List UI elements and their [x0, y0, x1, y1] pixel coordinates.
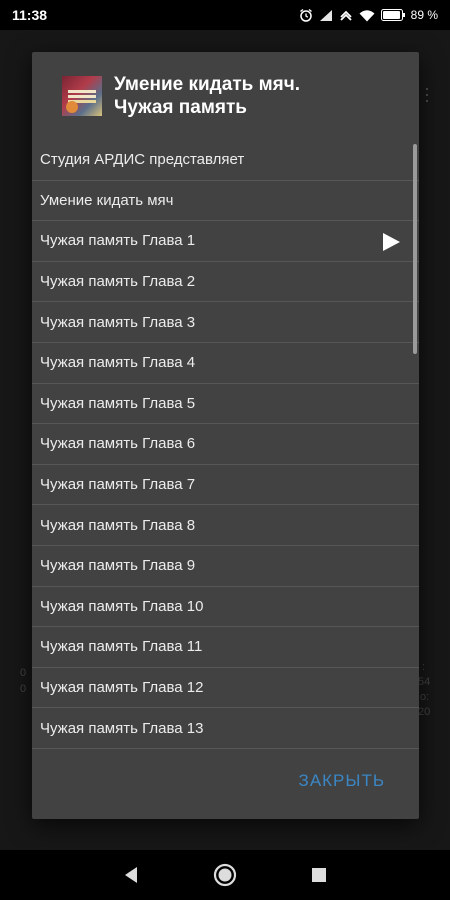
track-item[interactable]: Чужая память Глава 5 — [32, 384, 419, 425]
track-label: Чужая память Глава 2 — [40, 273, 196, 291]
track-label: Студия АРДИС представляет — [40, 151, 245, 169]
track-item[interactable]: Чужая память Глава 11 — [32, 627, 419, 668]
track-label: Чужая память Глава 4 — [40, 354, 196, 372]
track-label: Чужая память Глава 5 — [40, 394, 196, 412]
track-item[interactable]: Чужая память Глава 7 — [32, 465, 419, 506]
track-label: Чужая память Глава 12 — [40, 679, 204, 697]
track-label: Умение кидать мяч — [40, 191, 174, 209]
track-item[interactable]: Умение кидать мяч — [32, 181, 419, 222]
back-icon — [125, 867, 137, 883]
recents-icon — [312, 868, 326, 882]
album-cover-image — [62, 76, 102, 116]
dialog-title: Умение кидать мяч. Чужая память — [114, 73, 300, 119]
data-saver-icon — [339, 8, 353, 22]
signal-icon — [319, 9, 333, 22]
track-label: Чужая память Глава 9 — [40, 557, 196, 575]
close-button[interactable]: ЗАКРЫТЬ — [291, 763, 393, 799]
scrollbar[interactable] — [413, 144, 417, 354]
background-text-left-1: 0 — [20, 667, 27, 679]
dialog-header: Умение кидать мяч. Чужая память — [32, 52, 419, 140]
status-bar: 11:38 89 % — [0, 0, 450, 30]
background-text-right-2: 54 — [418, 676, 431, 688]
play-icon — [381, 232, 401, 256]
track-item[interactable]: Чужая память Глава 1 — [32, 221, 419, 262]
track-item[interactable]: Чужая память Глава 9 — [32, 546, 419, 587]
status-icons: 89 % — [299, 8, 438, 22]
alarm-icon — [299, 8, 313, 22]
battery-icon — [380, 9, 405, 21]
battery-percent: 89 % — [410, 8, 438, 22]
track-label: Чужая память Глава 11 — [40, 638, 203, 656]
track-item[interactable]: Чужая память Глава 12 — [32, 668, 419, 709]
background-text-right-4: 20 — [418, 706, 431, 718]
track-item[interactable]: Чужая память Глава 3 — [32, 302, 419, 343]
track-label: Чужая память Глава 6 — [40, 435, 196, 453]
track-label: Чужая память Глава 1 — [40, 232, 196, 250]
home-icon — [213, 863, 237, 887]
dialog-title-line-1: Умение кидать мяч. — [114, 74, 301, 95]
track-list[interactable]: Студия АРДИС представляет Умение кидать м… — [32, 140, 419, 750]
track-label: Чужая память Глава 13 — [40, 719, 204, 737]
track-label: Чужая память Глава 3 — [40, 313, 196, 331]
track-item[interactable]: Чужая память Глава 13 — [32, 708, 419, 749]
track-label: Чужая память Глава 8 — [40, 516, 196, 534]
dialog-title-line-2: Чужая память — [114, 97, 247, 118]
background-text-right-1: : — [422, 661, 426, 673]
overflow-menu-icon: · · · — [424, 78, 430, 110]
track-item[interactable]: Чужая память Глава 6 — [32, 424, 419, 465]
track-item[interactable]: Чужая память Глава 10 — [32, 587, 419, 628]
status-time: 11:38 — [12, 7, 48, 23]
track-label: Чужая память Глава 10 — [40, 597, 204, 615]
navigation-bar — [0, 850, 450, 900]
home-button[interactable] — [213, 863, 237, 887]
background-text-right-3: o: — [420, 691, 430, 703]
track-label: Чужая память Глава 7 — [40, 476, 196, 494]
track-item[interactable]: Чужая память Глава 8 — [32, 505, 419, 546]
track-item[interactable]: Чужая память Глава 2 — [32, 262, 419, 303]
wifi-icon — [359, 9, 375, 22]
background-text-left-2: 0 — [20, 683, 27, 695]
track-list-dialog: Умение кидать мяч. Чужая память Студия А… — [32, 52, 419, 819]
track-item[interactable]: Чужая память Глава 4 — [32, 343, 419, 384]
recents-button[interactable] — [307, 863, 331, 887]
back-button[interactable] — [119, 863, 143, 887]
track-item[interactable]: Студия АРДИС представляет — [32, 140, 419, 181]
